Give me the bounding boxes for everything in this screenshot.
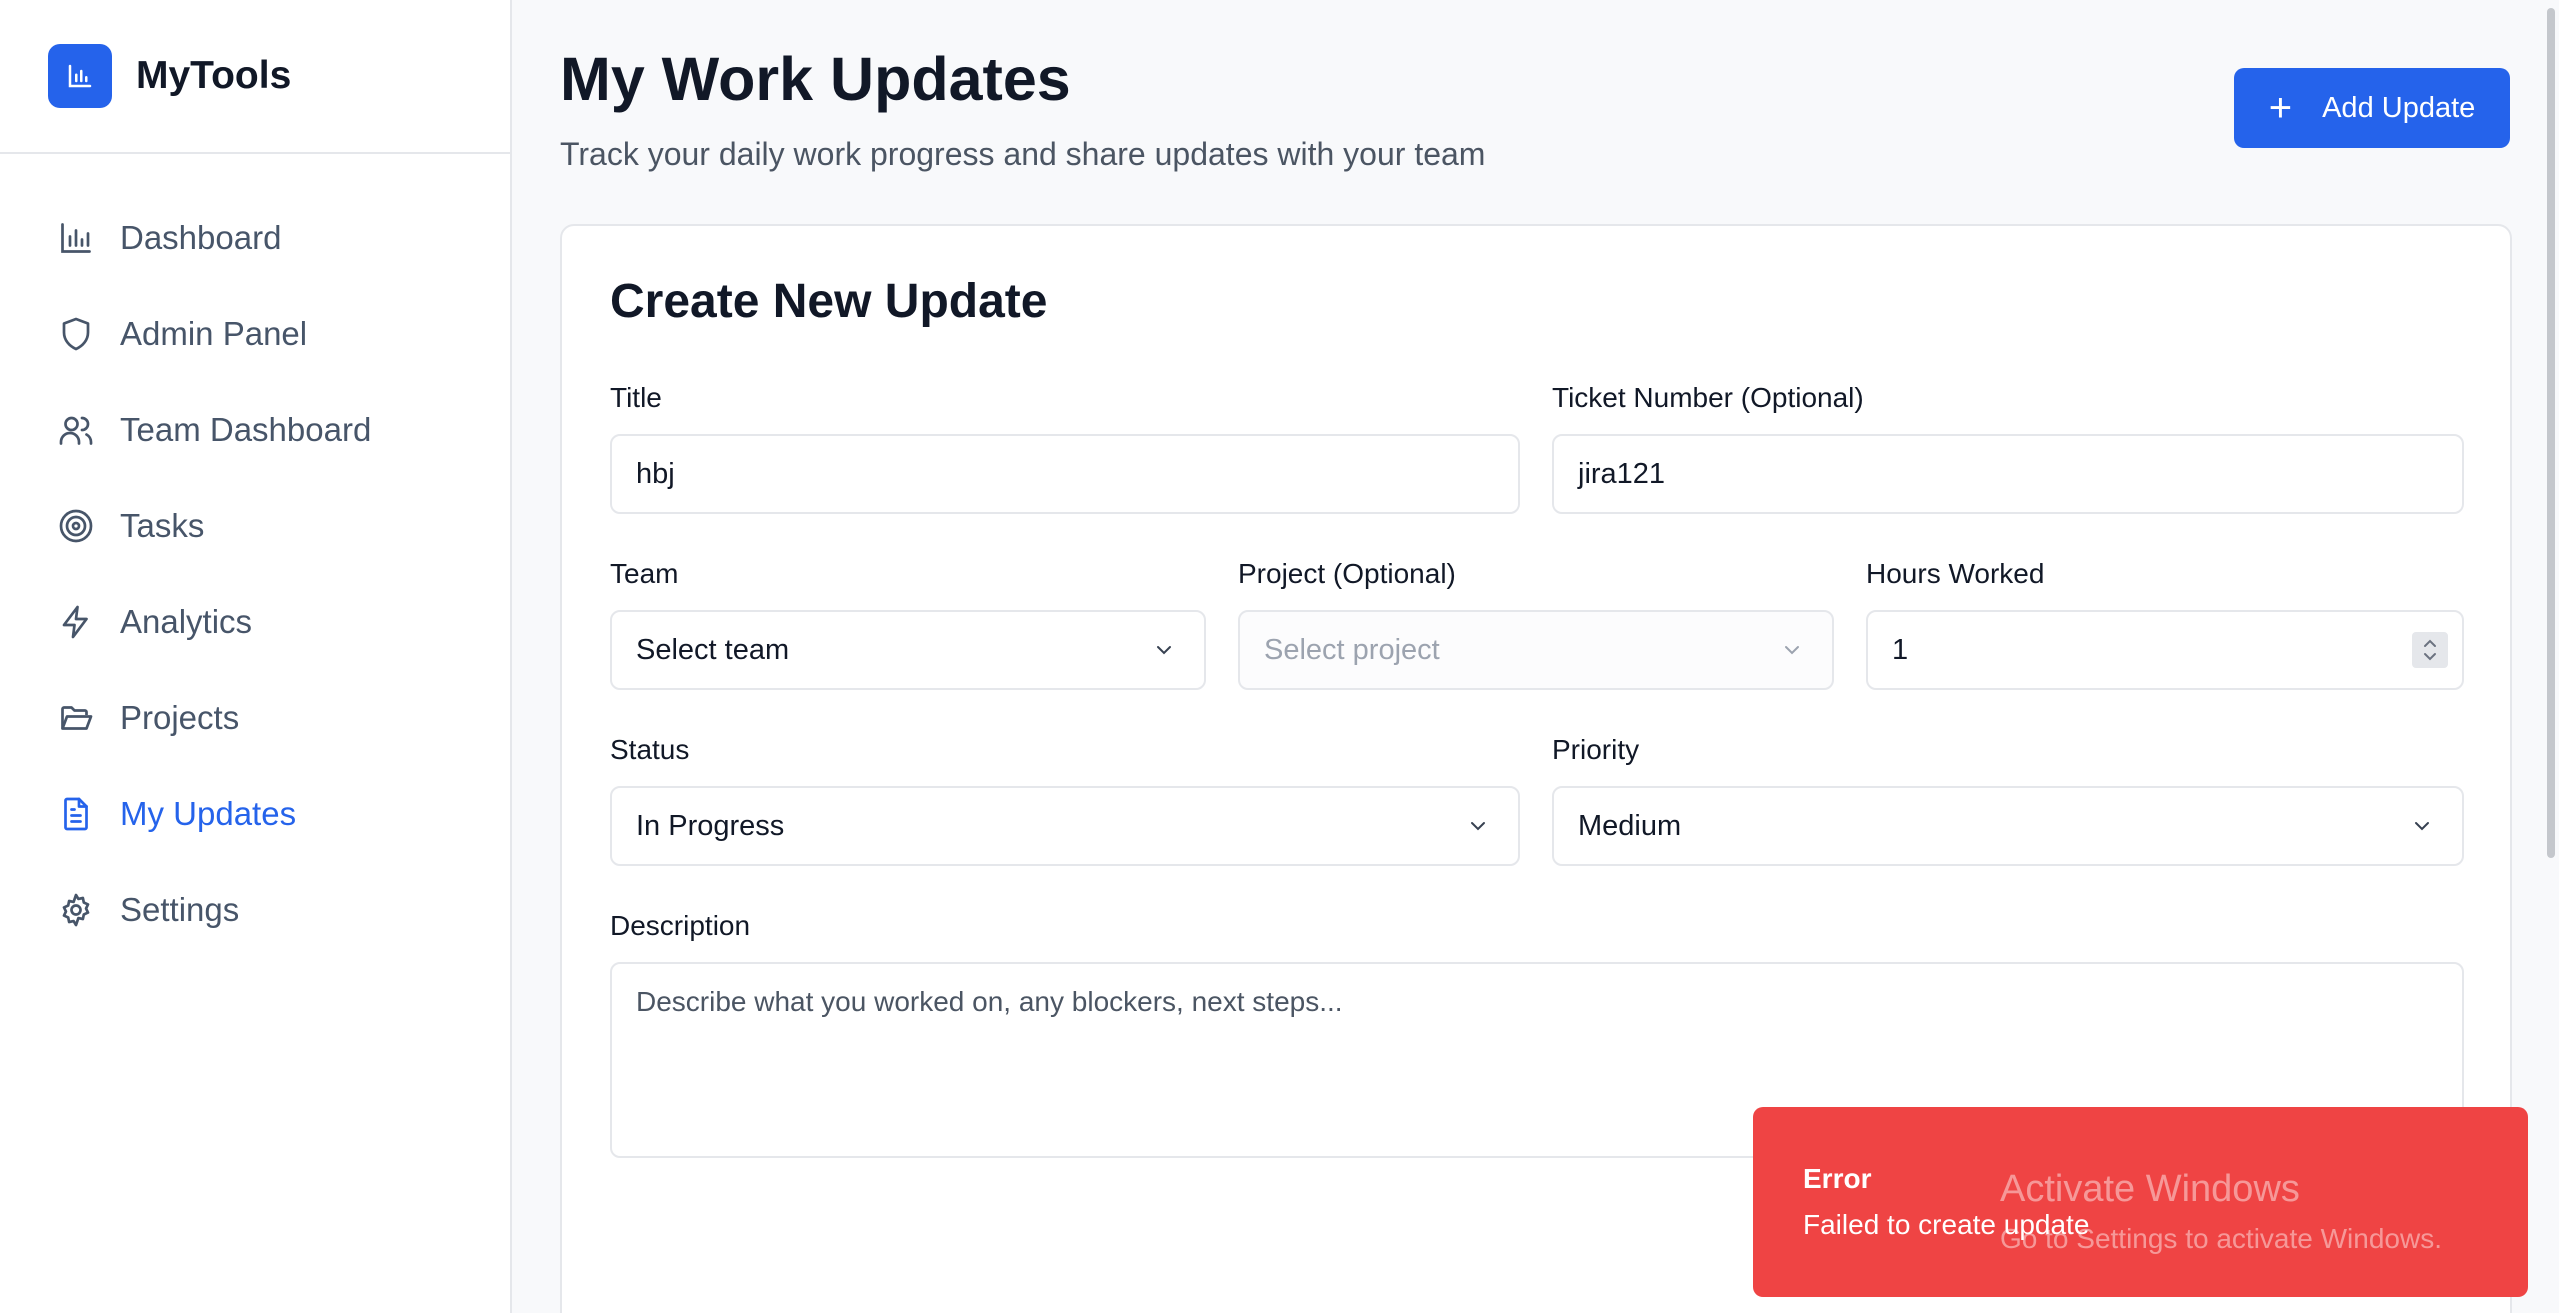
folder-icon: [56, 698, 96, 738]
sidebar-item-label: Tasks: [120, 507, 205, 544]
hours-worked-label: Hours Worked: [1866, 558, 2045, 589]
users-icon: [56, 410, 96, 450]
form-title: Create New Update: [610, 275, 1048, 328]
add-update-button[interactable]: + Add Update: [2234, 68, 2510, 148]
add-update-label: Add Update: [2322, 91, 2476, 124]
activation-watermark: Activate Windows Go to Settings to activ…: [2000, 1168, 2442, 1255]
project-select[interactable]: Select project: [1238, 610, 1834, 690]
sidebar-item-my-updates[interactable]: My Updates: [0, 766, 510, 862]
chevron-down-icon: [1471, 822, 1485, 831]
sidebar-item-label: Projects: [120, 699, 240, 736]
scrollbar[interactable]: [2541, 0, 2559, 1313]
sidebar-item-label: Settings: [120, 891, 240, 928]
sidebar-item-label: Team Dashboard: [120, 411, 372, 448]
gear-icon: [56, 890, 96, 930]
team-select[interactable]: Select team: [610, 610, 1206, 690]
brand: MyTools: [0, 0, 510, 154]
logo-icon: [48, 44, 112, 108]
sidebar-item-tasks[interactable]: Tasks: [0, 478, 510, 574]
bar-chart-icon: [56, 218, 96, 258]
chevron-down-icon: [1157, 646, 1171, 655]
hours-worked-input[interactable]: 1: [1866, 610, 2464, 690]
scrollbar-thumb[interactable]: [2547, 8, 2555, 858]
project-label: Project (Optional): [1238, 558, 1456, 589]
sidebar: MyTools Dashboard Admin Panel Team Dashb…: [0, 0, 512, 1313]
description-placeholder: Describe what you worked on, any blocker…: [636, 986, 1343, 1017]
status-select-value: In Progress: [636, 809, 785, 842]
priority-select[interactable]: Medium: [1552, 786, 2464, 866]
sidebar-item-analytics[interactable]: Analytics: [0, 574, 510, 670]
title-label: Title: [610, 382, 662, 413]
ticket-number-value: jira121: [1578, 457, 1666, 490]
team-label: Team: [610, 558, 679, 589]
title-input[interactable]: hbj: [610, 434, 1520, 514]
sidebar-item-label: Admin Panel: [120, 315, 308, 352]
lightning-icon: [56, 602, 96, 642]
app-window: MyTools Dashboard Admin Panel Team Dashb…: [0, 0, 2559, 1313]
sidebar-item-label: Dashboard: [120, 219, 282, 256]
sidebar-item-settings[interactable]: Settings: [0, 862, 510, 958]
sidebar-item-dashboard[interactable]: Dashboard: [0, 190, 510, 286]
stepper-arrows-icon: [2424, 639, 2436, 661]
watermark-title: Activate Windows: [2000, 1168, 2300, 1210]
plus-icon: +: [2268, 86, 2293, 130]
target-icon: [56, 506, 96, 546]
ticket-number-input[interactable]: jira121: [1552, 434, 2464, 514]
hours-worked-value: 1: [1892, 633, 1909, 666]
sidebar-item-team-dashboard[interactable]: Team Dashboard: [0, 382, 510, 478]
page-title: My Work Updates: [560, 45, 1071, 113]
page-subtitle: Track your daily work progress and share…: [560, 136, 1486, 172]
priority-label: Priority: [1552, 734, 1640, 765]
shield-icon: [56, 314, 96, 354]
sidebar-item-admin-panel[interactable]: Admin Panel: [0, 286, 510, 382]
team-select-value: Select team: [636, 633, 790, 666]
watermark-subtitle: Go to Settings to activate Windows.: [2000, 1223, 2442, 1254]
ticket-number-label: Ticket Number (Optional): [1552, 382, 1864, 413]
file-text-icon: [56, 794, 96, 834]
priority-select-value: Medium: [1578, 809, 1682, 842]
chevron-down-icon: [2415, 822, 2429, 831]
title-input-value: hbj: [636, 457, 675, 490]
project-select-value: Select project: [1264, 633, 1440, 666]
toast-title: Error: [1803, 1163, 1872, 1194]
number-stepper[interactable]: [2412, 632, 2448, 668]
chevron-down-icon: [1785, 646, 1799, 655]
sidebar-item-label: Analytics: [120, 603, 253, 640]
description-label: Description: [610, 910, 751, 941]
status-label: Status: [610, 734, 690, 765]
sidebar-item-projects[interactable]: Projects: [0, 670, 510, 766]
app-name: MyTools: [136, 54, 292, 97]
sidebar-item-label: My Updates: [120, 795, 297, 832]
sidebar-nav: Dashboard Admin Panel Team Dashboard Tas…: [0, 154, 510, 958]
status-select[interactable]: In Progress: [610, 786, 1520, 866]
